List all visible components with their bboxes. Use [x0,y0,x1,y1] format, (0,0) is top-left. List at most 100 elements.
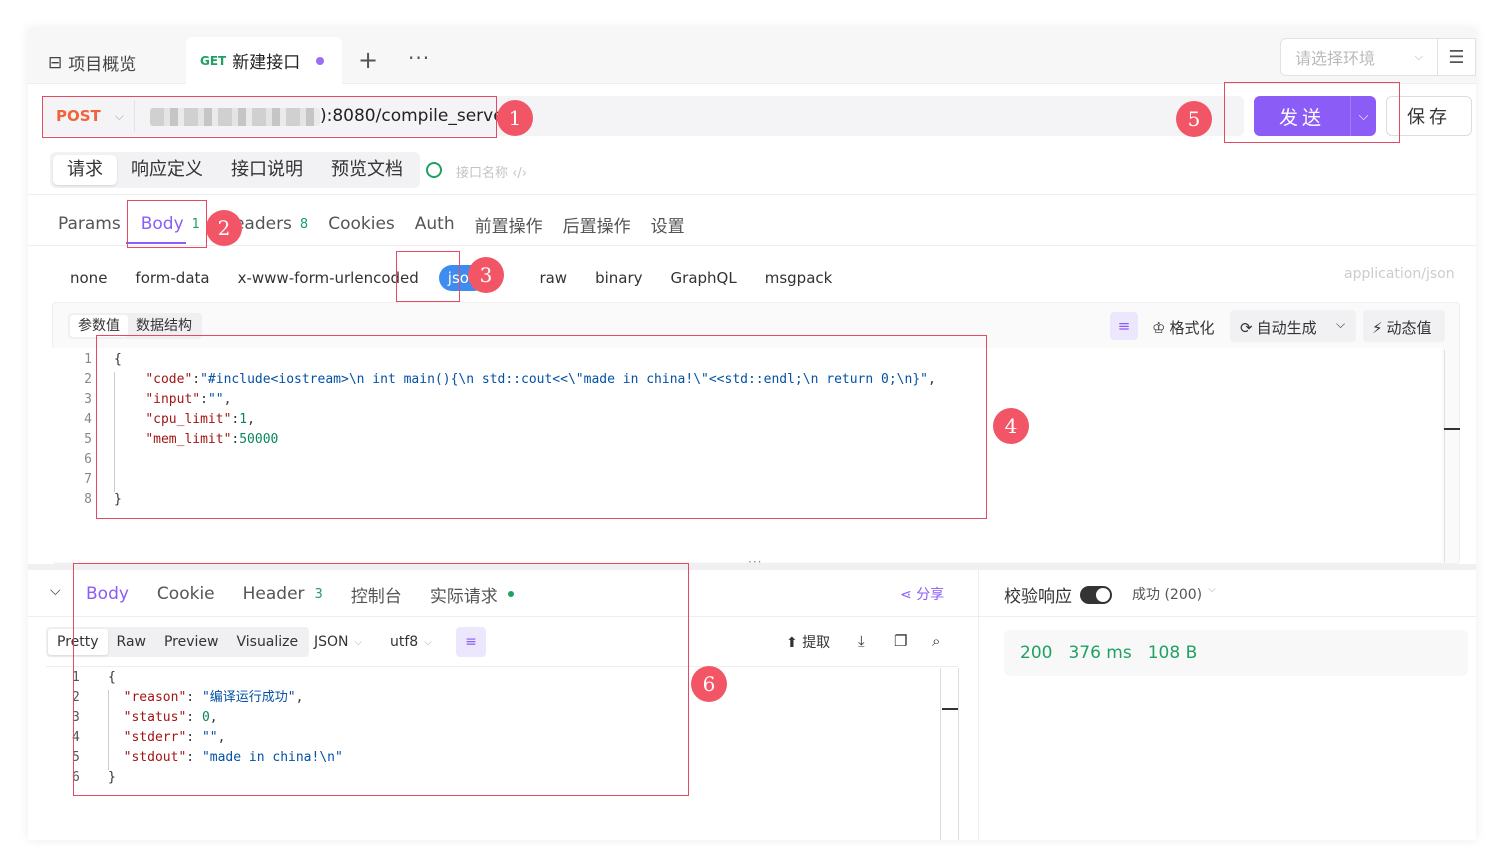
unsaved-dot-icon [316,56,325,65]
extract-icon: ⬆ [786,635,798,651]
response-time: 376 ms [1068,643,1132,663]
annotation-box [1224,82,1400,143]
annotation-number: 4 [993,408,1029,444]
annotation-number: 6 [691,666,727,702]
annotation-number: 3 [468,257,504,293]
search-icon[interactable]: ⌕ [932,632,940,650]
line-number: 8 [84,492,92,507]
overview-icon: ⊟ [48,52,63,73]
line-number: 5 [84,432,92,447]
annotation-number: 1 [497,100,533,136]
tab-api-description[interactable]: 接口说明 [217,155,317,185]
status-code: 200 [1020,643,1053,663]
tab-post-processors[interactable]: 后置操作 [562,212,631,237]
body-type-graphql[interactable]: GraphQL [671,265,737,291]
tab-label: 前置操作 [474,216,543,237]
line-number: 4 [84,412,92,427]
divider [28,194,1476,195]
tab-auth[interactable]: Auth [415,212,455,236]
tab-pre-processors[interactable]: 前置操作 [474,212,543,237]
wrap-icon: ≡ [1117,317,1131,335]
format-icon: ♔ [1152,318,1166,337]
tab-label: Params [58,214,121,234]
download-icon[interactable]: ⤓ [858,632,865,650]
menu-icon[interactable]: ☰ [1438,38,1476,76]
line-number: 2 [84,372,92,387]
tab-label: 设置 [650,216,685,237]
globe-icon [426,162,442,178]
divider [978,570,979,840]
scroll-marker [1444,428,1460,430]
tab-label: 项目概览 [68,55,137,75]
extract-button[interactable]: ⬆ 提取 [786,632,830,652]
scrollbar-edge [958,668,959,840]
section-tabs: 请求 响应定义 接口说明 预览文档 [50,152,420,188]
tab-request[interactable]: 请求 [53,155,117,185]
annotation-box [127,200,207,248]
collapse-chevron-icon[interactable]: ⌵ [50,583,61,599]
tab-params[interactable]: Params [58,212,121,236]
copy-icon[interactable]: ❐ [894,632,907,650]
line-number: 1 [84,352,92,367]
format-label: 格式化 [1169,319,1215,337]
format-button[interactable]: ♔ 格式化 [1152,317,1214,338]
refresh-icon: ⟳ [1240,318,1253,337]
tab-response-definition[interactable]: 响应定义 [117,155,217,185]
tab-param-values[interactable]: 参数值 [70,315,128,337]
body-type-msgpack[interactable]: msgpack [765,265,833,291]
auto-generate-button[interactable]: ⟳ 自动生成 [1240,317,1317,338]
tab-label: eaders [233,214,292,234]
scrollbar[interactable] [1444,350,1445,562]
chevron-down-icon: ⌵ [1414,50,1423,63]
validate-toggle[interactable] [1080,585,1112,604]
share-icon: ⋖ [900,587,917,603]
tab-data-schema[interactable]: 数据结构 [128,315,200,337]
divider [28,245,1476,246]
wrap-lines-button[interactable]: ≡ [1110,312,1138,340]
extract-label: 提取 [802,635,831,651]
tab-label: Auth [414,214,455,234]
more-tabs-button[interactable]: ··· [408,46,430,70]
count-badge: 8 [299,216,309,232]
line-numbers: 1 2 3 4 5 6 7 8 [72,350,92,510]
api-name-placeholder: 接口名称 [456,166,509,181]
body-type-none[interactable]: none [70,265,107,291]
auto-generate-dropdown[interactable]: ⌵ [1336,317,1345,332]
tab-preview-docs[interactable]: 预览文档 [317,155,417,185]
annotation-box [42,96,497,138]
status-select[interactable]: 成功 (200) ⌵ [1132,584,1216,604]
tab-label: 后置操作 [562,216,631,237]
annotation-box [73,563,689,796]
tab-method: GET [200,53,227,68]
chevron-down-icon: ⌵ [1336,317,1346,331]
tab-new-endpoint[interactable]: GET 新建接口 [186,37,342,84]
tab-settings[interactable]: 设置 [650,212,685,237]
api-name-input[interactable]: 接口名称 ‹/› [456,162,527,181]
body-type-form-data[interactable]: form-data [135,265,209,291]
tab-project-overview[interactable]: ⊟ 项目概览 [48,50,137,76]
tab-cookies[interactable]: Cookies [328,212,395,236]
annotation-number: 5 [1176,101,1212,137]
add-tab-button[interactable]: + [358,46,378,74]
magic-wand-icon: ⚡ [1372,318,1383,337]
status-option: 成功 (200) [1132,587,1203,603]
dynamic-value-button[interactable]: ⚡ 动态值 [1372,317,1432,338]
line-number: 7 [84,472,92,487]
response-size: 108 B [1147,643,1198,663]
annotation-box [96,335,987,519]
body-type-urlencoded[interactable]: x-www-form-urlencoded [238,265,419,291]
body-type-raw[interactable]: raw [539,265,567,291]
body-type-binary[interactable]: binary [595,265,642,291]
share-button[interactable]: ⋖ 分享 [900,584,944,604]
validate-label: 校验响应 [1004,587,1072,607]
drag-handle-icon[interactable]: ··· [748,555,762,569]
auto-generate-label: 自动生成 [1256,319,1317,337]
environment-select[interactable]: 请选择环境 ⌵ [1280,38,1438,76]
annotation-number: 2 [206,210,242,246]
line-number: 6 [84,452,92,467]
response-stats: 200 376 ms 108 B [1004,630,1468,676]
scroll-marker [942,708,958,710]
environment-placeholder: 请选择环境 [1295,49,1376,68]
scrollbar[interactable] [940,668,941,840]
code-icon: ‹/› [512,166,527,181]
